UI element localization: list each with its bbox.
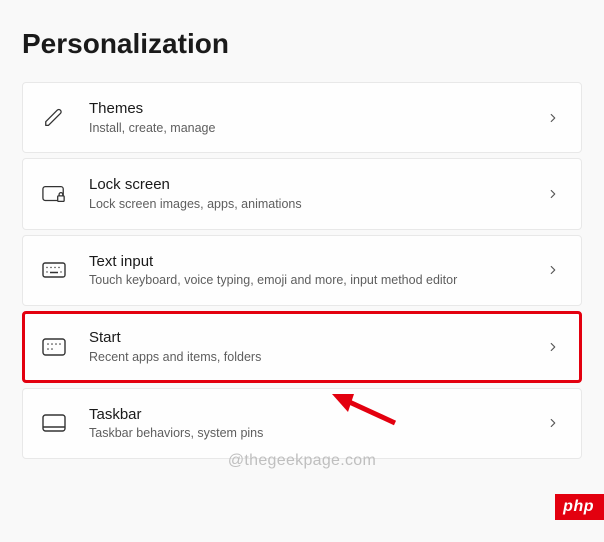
item-title: Lock screen	[89, 175, 535, 195]
settings-list: Themes Install, create, manage Lock scre…	[0, 82, 604, 459]
taskbar-rect-icon	[41, 413, 67, 433]
setting-item-taskbar[interactable]: Taskbar Taskbar behaviors, system pins	[22, 388, 582, 459]
setting-item-start[interactable]: Start Recent apps and items, folders	[22, 311, 582, 382]
item-title: Taskbar	[89, 405, 535, 425]
item-desc: Recent apps and items, folders	[89, 349, 535, 366]
chevron-right-icon	[543, 111, 563, 125]
keyboard-icon	[41, 261, 67, 279]
page-title: Personalization	[0, 0, 604, 82]
chevron-right-icon	[543, 416, 563, 430]
php-badge: php	[555, 494, 604, 520]
pen-icon	[41, 107, 67, 129]
item-desc: Taskbar behaviors, system pins	[89, 425, 535, 442]
item-desc: Install, create, manage	[89, 120, 535, 137]
chevron-right-icon	[543, 340, 563, 354]
setting-item-themes[interactable]: Themes Install, create, manage	[22, 82, 582, 153]
setting-item-text-input[interactable]: Text input Touch keyboard, voice typing,…	[22, 235, 582, 306]
item-desc: Touch keyboard, voice typing, emoji and …	[89, 272, 535, 289]
start-grid-icon	[41, 337, 67, 357]
chevron-right-icon	[543, 187, 563, 201]
item-title: Start	[89, 328, 535, 348]
chevron-right-icon	[543, 263, 563, 277]
item-title: Themes	[89, 99, 535, 119]
monitor-lock-icon	[41, 183, 67, 205]
item-desc: Lock screen images, apps, animations	[89, 196, 535, 213]
item-title: Text input	[89, 252, 535, 272]
setting-item-lock-screen[interactable]: Lock screen Lock screen images, apps, an…	[22, 158, 582, 229]
